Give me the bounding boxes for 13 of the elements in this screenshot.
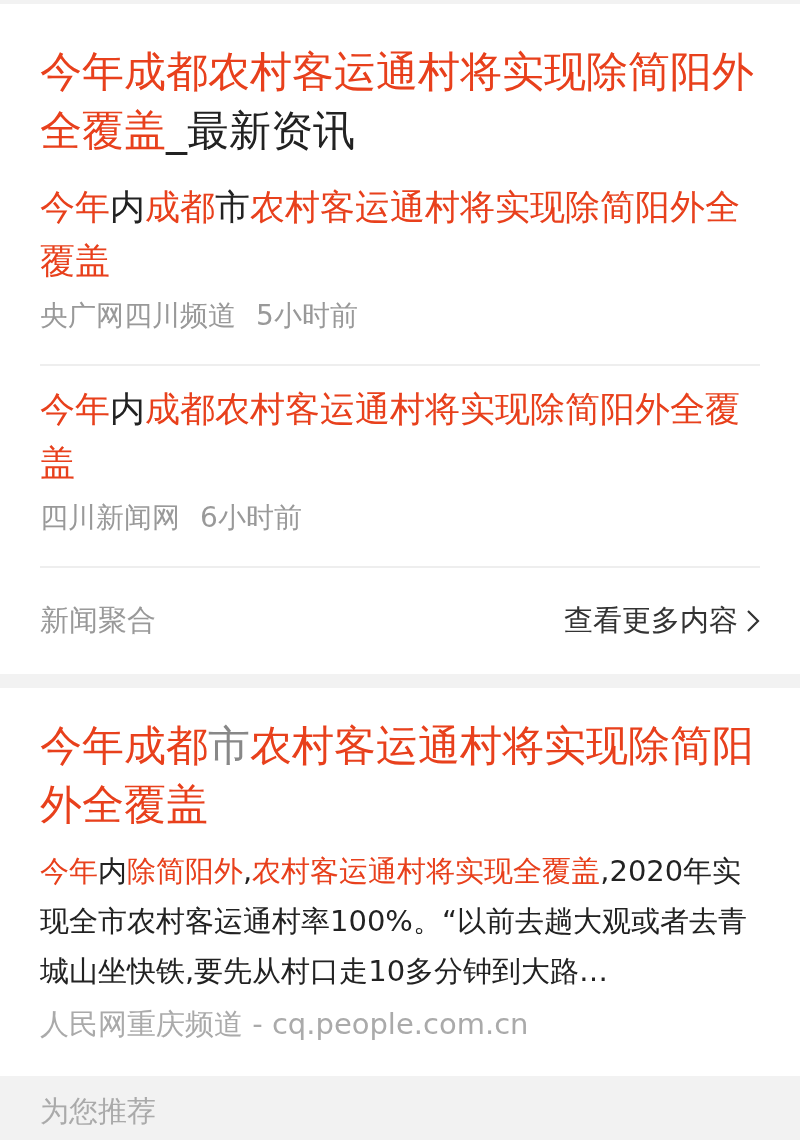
news-time: 6小时前: [200, 500, 302, 536]
more-link[interactable]: 查看更多内容: [564, 601, 760, 641]
news-source: 央广网四川频道: [40, 298, 236, 334]
news-title[interactable]: 今年内成都农村客运通村将实现除简阳外全覆盖: [40, 382, 760, 490]
news-source: 四川新闻网: [40, 500, 180, 536]
result-title[interactable]: 今年成都农村客运通村将实现除简阳外全覆盖_最新资讯: [40, 42, 760, 160]
news-title[interactable]: 今年内成都市农村客运通村将实现除简阳外全覆盖: [40, 180, 760, 288]
result-title[interactable]: 今年成都市农村客运通村将实现除简阳外全覆盖: [40, 716, 760, 834]
chevron-icon: [746, 609, 760, 633]
result-snippet: 今年内除简阳外,农村客运通村将实现全覆盖,2020年实现全市农村客运通村率100%。“以前去趟大观或者去青城山坐快铁,要先从村口走10多分钟到大路…: [40, 853, 748, 990]
cluster-label: 新闻聚合: [40, 602, 156, 639]
news-time: 5小时前: [256, 298, 358, 334]
result-source: 人民网重庆频道 - cq.people.com.cn: [40, 1006, 530, 1043]
